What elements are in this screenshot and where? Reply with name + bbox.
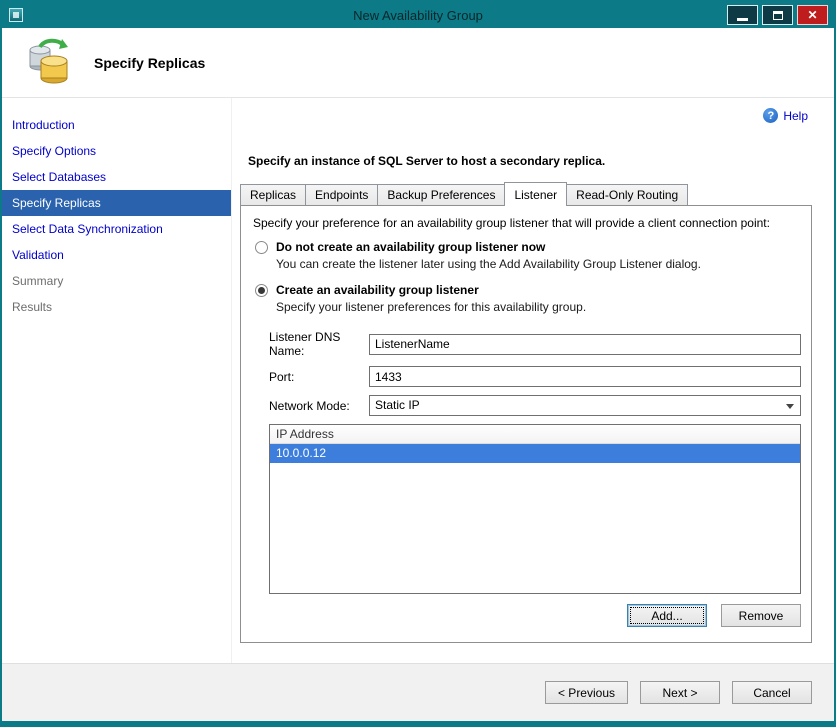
sidebar-item-specify-replicas[interactable]: Specify Replicas — [2, 190, 231, 216]
option-no-listener-row: Do not create an availability group list… — [255, 240, 801, 254]
ip-address-row[interactable]: 10.0.0.12 — [270, 444, 800, 463]
sidebar-item-results: Results — [12, 300, 53, 314]
listener-preference-text: Specify your preference for an availabil… — [253, 216, 770, 230]
help-link[interactable]: ? Help — [763, 108, 808, 123]
network-mode-value: Static IP — [375, 398, 420, 412]
network-mode-row: Network Mode: Static IP — [269, 395, 801, 416]
port-label: Port: — [269, 369, 295, 384]
cancel-button[interactable]: Cancel — [732, 681, 812, 704]
network-mode-label: Network Mode: — [269, 398, 350, 413]
dns-name-row: Listener DNS Name: — [269, 330, 801, 358]
port-row: Port: — [269, 366, 801, 387]
dialog-window: New Availability Group ✕ Specify Replica… — [0, 0, 836, 727]
create-listener-radio[interactable] — [255, 283, 268, 297]
tab-strip: Replicas Endpoints Backup Preferences Li… — [240, 182, 812, 206]
create-listener-label[interactable]: Create an availability group listener — [276, 283, 479, 297]
create-listener-description: Specify your listener preferences for th… — [276, 300, 587, 314]
app-icon[interactable] — [9, 8, 23, 22]
page-title: Specify Replicas — [94, 54, 206, 71]
no-listener-radio[interactable] — [255, 240, 268, 254]
dns-name-label: Listener DNS Name: — [269, 330, 341, 358]
window-title: New Availability Group — [353, 7, 483, 23]
close-button[interactable]: ✕ — [797, 5, 828, 25]
caption-buttons: ✕ — [727, 5, 830, 25]
dns-name-input[interactable] — [369, 333, 801, 355]
help-icon: ? — [763, 108, 779, 123]
minimize-button[interactable] — [727, 5, 758, 25]
network-mode-select[interactable]: Static IP — [369, 395, 801, 416]
instruction-text: Specify an instance of SQL Server to hos… — [248, 154, 606, 168]
ip-address-column-header: IP Address — [270, 425, 800, 444]
port-input[interactable] — [369, 366, 801, 387]
listener-form: Listener DNS Name: Port: Network Mode: S… — [269, 330, 801, 416]
tab-listener[interactable]: Listener — [504, 182, 568, 206]
sidebar-item-summary: Summary — [12, 274, 64, 288]
previous-button[interactable]: < Previous — [544, 681, 628, 704]
sidebar-item-validation[interactable]: Validation — [2, 242, 231, 268]
tab-endpoints[interactable]: Endpoints — [305, 184, 379, 205]
wizard-content: ? Help Specify an instance of SQL Server… — [232, 98, 834, 663]
title-bar: New Availability Group ✕ — [2, 2, 834, 28]
main-area: Introduction Specify Options Select Data… — [2, 98, 834, 663]
sidebar-item-select-databases[interactable]: Select Databases — [2, 164, 231, 190]
listener-tab-panel: Specify your preference for an availabil… — [240, 205, 812, 643]
sidebar-item-specify-options[interactable]: Specify Options — [2, 138, 231, 164]
remove-button[interactable]: Remove — [721, 604, 801, 627]
ip-list-buttons: Add... Remove — [251, 604, 801, 627]
chevron-down-icon — [786, 404, 794, 409]
option-create-listener-row: Create an availability group listener — [255, 283, 801, 297]
tab-replicas[interactable]: Replicas — [240, 184, 307, 205]
sidebar-item-introduction[interactable]: Introduction — [2, 112, 231, 138]
availability-group-icon — [26, 37, 72, 88]
wizard-footer: < Previous Next > Cancel — [2, 663, 834, 721]
sidebar-item-select-data-synchronization[interactable]: Select Data Synchronization — [2, 216, 231, 242]
no-listener-label[interactable]: Do not create an availability group list… — [276, 240, 545, 254]
tab-read-only-routing[interactable]: Read-Only Routing — [566, 184, 689, 205]
minimize-icon — [737, 18, 748, 21]
close-icon: ✕ — [807, 8, 818, 22]
wizard-steps-sidebar: Introduction Specify Options Select Data… — [2, 98, 232, 663]
add-button[interactable]: Add... — [627, 604, 707, 627]
tab-backup-preferences[interactable]: Backup Preferences — [377, 184, 506, 205]
no-listener-description: You can create the listener later using … — [276, 257, 701, 271]
ip-address-list: IP Address 10.0.0.12 — [269, 424, 801, 594]
help-label: Help — [783, 108, 808, 123]
maximize-button[interactable] — [762, 5, 793, 25]
maximize-icon — [772, 10, 783, 20]
wizard-header: Specify Replicas — [2, 28, 834, 98]
next-button[interactable]: Next > — [640, 681, 720, 704]
